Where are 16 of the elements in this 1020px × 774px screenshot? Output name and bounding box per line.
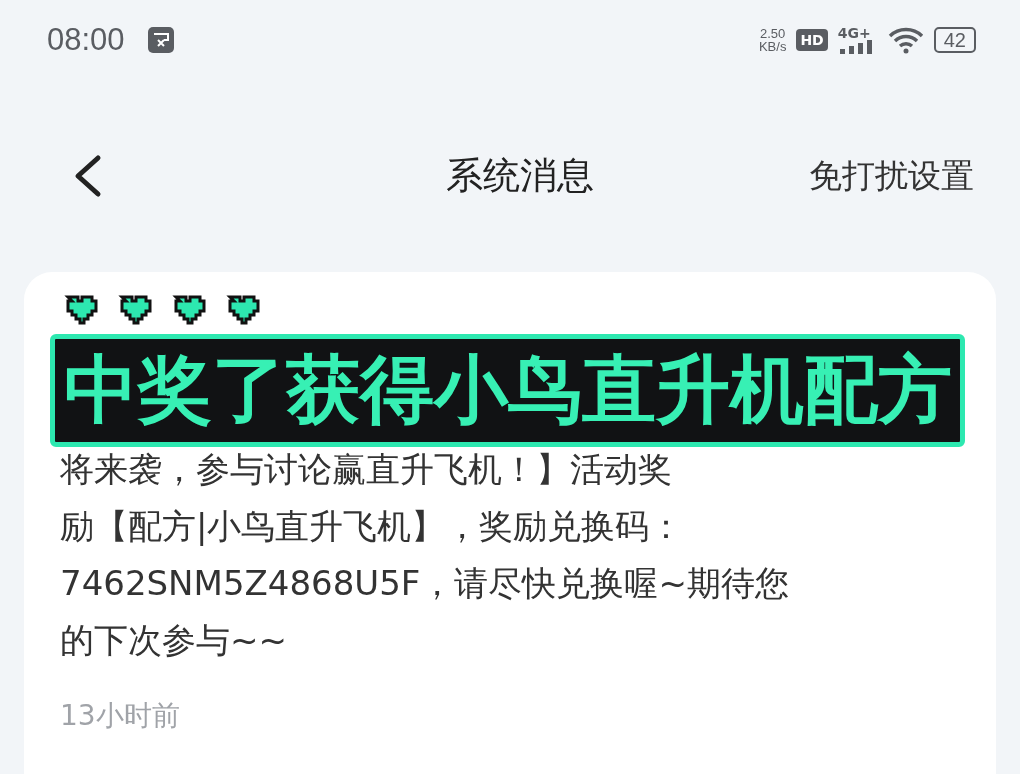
network-type: 4G+ <box>837 26 872 40</box>
status-time: 08:00 <box>47 22 125 58</box>
wifi-icon <box>887 26 924 54</box>
network-speed-value: 2.50 <box>760 27 786 40</box>
message-text-line: 7462SNM5Z4868U5F，请尽快兑换喔~期待您 <box>60 562 790 605</box>
screenshot-icon <box>146 26 175 54</box>
caption-banner: 中奖了获得小鸟直升机配方 <box>50 334 965 447</box>
network-speed-unit: KB/s <box>758 40 787 53</box>
message-text-line: 将来袭，参与讨论赢直升飞机！】活动奖 <box>60 448 673 491</box>
do-not-disturb-settings-link[interactable]: 免打扰设置 <box>809 153 974 199</box>
message-text-line: 的下次参与~~ <box>60 619 288 662</box>
message-time: 13小时前 <box>60 698 181 734</box>
message-text-line: 励【配方|小鸟直升飞机】，奖励兑换码： <box>60 505 685 548</box>
battery-level: 42 <box>933 27 976 53</box>
page-title: 系统消息 <box>446 153 594 199</box>
hd-badge: HD <box>796 29 828 51</box>
